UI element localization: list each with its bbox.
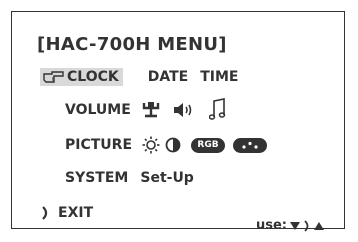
up-arrow-icon xyxy=(314,221,325,230)
contrast-icon[interactable] xyxy=(165,137,181,153)
setup-option[interactable]: Set-Up xyxy=(140,170,193,186)
rgb-icon[interactable]: RGB xyxy=(191,137,226,153)
exit-arrow-icon xyxy=(42,206,48,220)
time-option[interactable]: TIME xyxy=(200,69,238,85)
rgb-text: RGB xyxy=(197,140,219,150)
volume-label: VOLUME xyxy=(65,102,131,118)
brightness-icon[interactable] xyxy=(142,136,160,154)
use-label: use: xyxy=(256,218,288,233)
microphone-icon[interactable] xyxy=(141,101,161,119)
menu-item-volume[interactable]: VOLUME xyxy=(65,98,227,122)
exit-label: EXIT xyxy=(58,205,94,221)
system-label: SYSTEM xyxy=(65,170,129,186)
clock-label: CLOCK xyxy=(67,69,119,85)
music-note-icon[interactable] xyxy=(208,98,227,122)
picture-label: PICTURE xyxy=(65,137,133,153)
menu-item-picture[interactable]: PICTURE RGB xyxy=(65,134,268,156)
right-bracket-icon xyxy=(304,219,309,232)
down-arrow-icon xyxy=(290,221,301,230)
selection-highlight: CLOCK xyxy=(40,68,123,86)
speaker-icon[interactable] xyxy=(173,102,195,118)
menu-item-clock[interactable]: CLOCK DATE TIME xyxy=(40,66,238,88)
menu-title: [HAC-700H MENU] xyxy=(37,34,227,55)
dots-icon[interactable] xyxy=(233,137,268,153)
usage-hint: use: xyxy=(256,218,325,233)
date-option[interactable]: DATE xyxy=(148,69,188,85)
menu-item-system[interactable]: SYSTEM Set-Up xyxy=(65,167,194,189)
pointing-hand-icon xyxy=(43,71,64,83)
menu-item-exit[interactable]: EXIT xyxy=(40,202,93,224)
